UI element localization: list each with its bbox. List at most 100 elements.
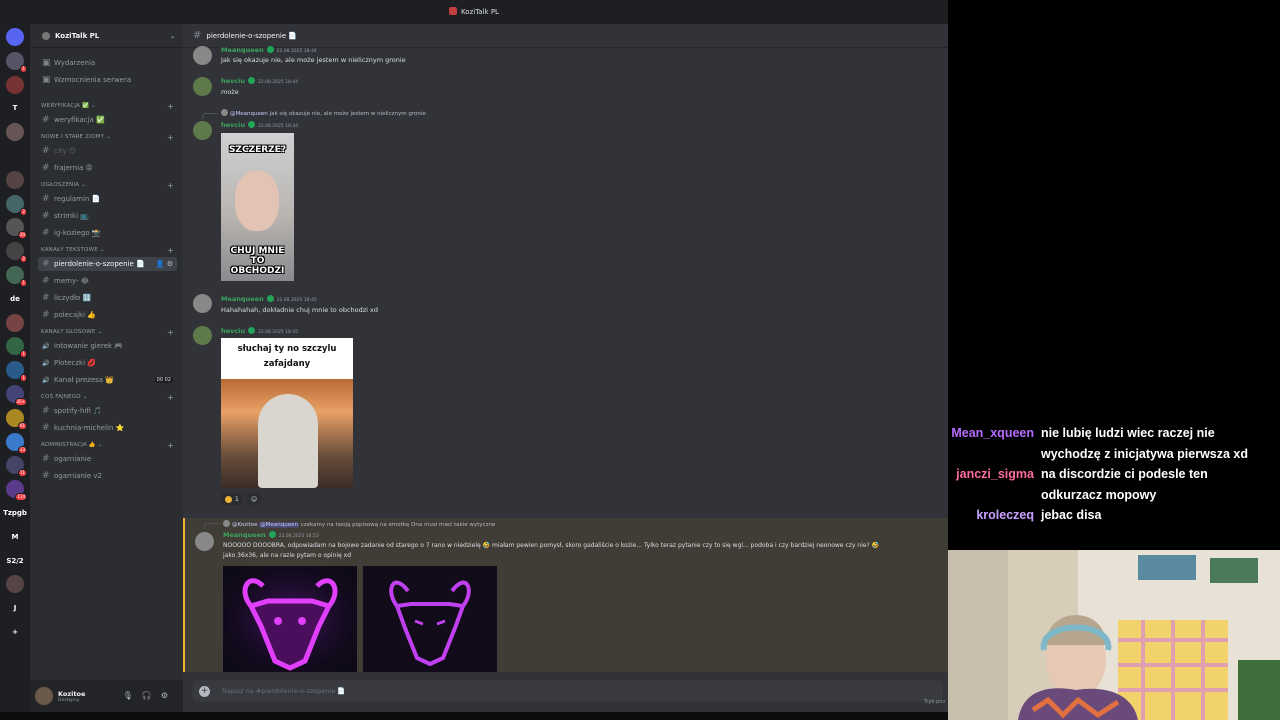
server-label: S2/2 [6,556,24,565]
server-icon[interactable]: 2 [6,242,27,264]
meme-image[interactable]: SZCZERZE? CHUJ MNIE TO OBCHODZI [221,133,294,281]
channel-settings-icon[interactable]: 👤 ⚙ [156,260,173,268]
channel-item[interactable]: 🔊 Ploteczki 💋 [38,356,177,370]
microphone-icon[interactable]: 🎙 [123,691,142,700]
add-channel-icon[interactable]: + [167,328,174,337]
channel-item[interactable]: 🔊 Kanał prezesa 👑 00 02 [38,373,177,387]
channel-category[interactable]: COŚ FAJNEGO ⌄ + [41,393,174,402]
channel-category[interactable]: KANAŁY TEKSTOWE ⌄ + [41,246,174,255]
channel-label: intowanie gierek 🎮 [54,342,124,350]
reply-preview[interactable]: @Meanqueen Jak się okazuje nie, ale może… [221,109,426,117]
sidebar-item[interactable]: ▣ Wydarzenia [38,56,177,70]
channel-item[interactable]: # frajernia 😡 [38,161,177,175]
server-icon[interactable] [6,28,24,46]
add-channel-icon[interactable]: + [167,181,174,190]
reply-author[interactable]: @Kozitoe [232,522,258,528]
channel-item[interactable]: # polecajki 👍 [38,308,177,322]
server-icon[interactable] [6,147,24,165]
author-name[interactable]: hevciu [221,327,245,335]
server-icon[interactable]: J [6,599,24,617]
channel-item[interactable]: # kuchnia-michelin ⭐ [38,421,177,435]
gear-icon[interactable]: ⚙ [161,691,177,700]
avatar[interactable] [193,326,212,345]
category-label: WERYFIKACJA ✅ ⌄ [41,103,96,109]
avatar[interactable] [193,121,212,140]
avatar[interactable] [193,77,212,96]
channel-item[interactable]: # strimki 📺 [38,209,177,223]
meme-image[interactable]: słuchaj ty no szczylu zafajdany [221,338,353,488]
avatar[interactable] [193,294,212,313]
reply-mention[interactable]: @Meanqueen [259,522,299,528]
channel-item[interactable]: # ig-koziego 📸 [38,226,177,240]
server-icon[interactable]: Tzpgb [3,504,27,522]
goat-emote-image[interactable] [223,566,357,672]
add-attachment-icon[interactable]: + [199,685,210,697]
meme-caption-top: SZCZERZE? [228,145,287,155]
channel-item[interactable]: 🔊 intowanie gierek 🎮 [38,339,177,353]
server-icon[interactable] [6,313,24,332]
server-icon[interactable]: 1 [6,337,27,359]
add-channel-icon[interactable]: + [167,441,174,450]
channel-category[interactable]: OGŁOSZENIA ⌄ + [41,181,174,190]
channel-item[interactable]: # ogarnianie [38,452,177,466]
add-channel-icon[interactable]: + [167,246,174,255]
avatar [223,520,230,527]
server-icon[interactable]: 13 [6,432,27,454]
avatar[interactable] [195,532,214,551]
chevron-down-icon[interactable]: ⌄ [170,33,175,40]
server-icon[interactable]: 2 [6,194,27,216]
server-icon[interactable]: 114 [6,480,27,502]
channel-category[interactable]: KANAŁY GŁOSOWE ⌄ + [41,328,174,337]
server-icon[interactable]: 1 [6,266,27,287]
server-icon[interactable]: 61 [6,408,27,430]
author-name[interactable]: hevciu [221,77,245,85]
channel-item[interactable]: # regulamin 📄 [38,192,177,206]
server-icon[interactable]: 1 [6,51,27,73]
sidebar-item[interactable]: ▣ Wzmocnienia serwera [38,73,177,87]
guild-header[interactable]: KoziTalk PL ⌄ [30,24,183,48]
author-name[interactable]: Meanqueen [221,295,264,303]
channel-item[interactable]: # memy- 😂 [38,274,177,288]
add-channel-icon[interactable]: + [167,393,174,402]
username: Kozitoe [58,689,86,698]
server-icon[interactable]: 11 [6,456,27,478]
add-reaction-button[interactable]: ☺ [246,493,262,505]
guild-icon [42,31,50,40]
channel-item[interactable]: # ogarnianie v2 [38,469,177,483]
channel-item[interactable]: # city 😊 [38,144,177,158]
headphones-icon[interactable]: 🎧 [142,691,161,700]
channel-item[interactable]: # pierdolenie-o-szopenie 📄 👤 ⚙ [38,257,177,271]
channel-category[interactable]: ADMINISTRACJA 👍 ⌄ + [41,441,174,450]
user-status: Dostępny [58,697,80,703]
server-icon[interactable]: 35+ [6,385,27,406]
channel-item[interactable]: # spotify-hifi 🎵 [38,404,177,418]
reply-author[interactable]: @Meanqueen [230,111,268,117]
server-icon[interactable]: T [6,99,24,117]
server-icon[interactable] [6,75,24,94]
channel-category[interactable]: WERYFIKACJA ✅ ⌄ + [41,102,174,111]
channel-item[interactable]: # weryfikacja ✅ [38,113,177,127]
reply-preview[interactable]: @Kozitoe @Meanqueen czekamy na twoją pop… [223,520,495,528]
user-panel: Kozitoe Dostępny 🎙🎧⚙ [30,680,183,712]
composer-input[interactable]: Napisz na #pierdolenie-o-szopenie 📄 [222,687,345,695]
server-icon[interactable]: de [6,290,24,308]
server-icon[interactable]: S2/2 [6,552,24,570]
avatar[interactable] [35,687,53,705]
server-icon[interactable]: 34 [6,218,27,240]
author-name[interactable]: hevciu [221,121,245,129]
server-icon[interactable]: 1 [6,361,27,383]
author-name[interactable]: Meanqueen [221,46,264,54]
add-channel-icon[interactable]: + [167,102,174,111]
channel-item[interactable]: # liczydło 🔢 [38,291,177,305]
add-channel-icon[interactable]: + [167,133,174,142]
server-icon[interactable]: + [6,623,24,641]
goat-emote-image[interactable] [363,566,497,672]
server-icon[interactable] [6,575,24,594]
author-name[interactable]: Meanqueen [223,531,266,539]
server-icon[interactable] [6,123,24,142]
server-icon[interactable]: M [6,528,24,546]
channel-category[interactable]: NOWE I STARE ZIOMY ⌄ + [41,133,174,142]
reaction[interactable]: 1 [221,493,243,505]
server-icon[interactable] [6,170,24,189]
avatar[interactable] [193,46,212,65]
